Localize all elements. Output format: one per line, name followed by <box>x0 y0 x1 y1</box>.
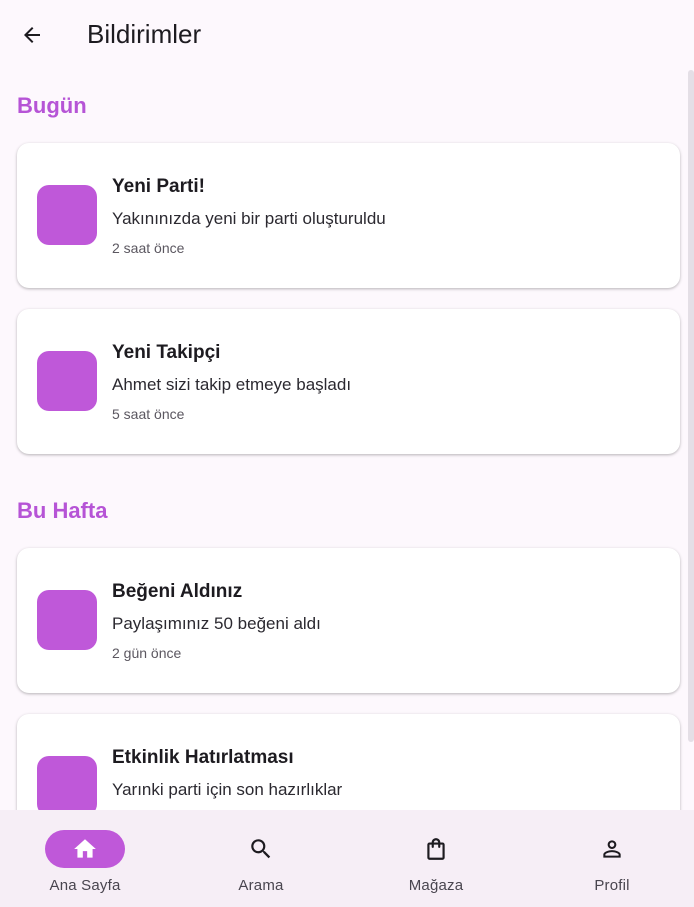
back-button[interactable] <box>14 17 50 53</box>
scrollbar[interactable] <box>688 70 694 742</box>
section-header-today: Bugün <box>17 93 87 118</box>
notification-card[interactable]: Yeni Takipçi Ahmet sizi takip etmeye baş… <box>17 309 680 454</box>
notification-icon <box>37 185 97 245</box>
notification-card[interactable]: Beğeni Aldınız Paylaşımınız 50 beğeni al… <box>17 548 680 693</box>
notification-card[interactable]: Etkinlik Hatırlatması Yarınki parti için… <box>17 714 680 810</box>
notification-body: Yakınınızda yeni bir parti oluşturuldu <box>112 209 386 228</box>
notification-title: Yeni Parti! <box>112 176 205 197</box>
nav-label-home: Ana Sayfa <box>49 877 121 894</box>
nav-icon-container <box>221 830 301 868</box>
nav-label-profile: Profil <box>594 877 630 894</box>
notification-title: Etkinlik Hatırlatması <box>112 747 294 768</box>
nav-item-store[interactable]: Mağaza <box>348 810 524 907</box>
nav-icon-container <box>396 830 476 868</box>
notification-title: Yeni Takipçi <box>112 342 221 363</box>
notification-time: 2 saat önce <box>112 240 185 256</box>
app-bar: Bildirimler <box>0 0 694 70</box>
notification-card[interactable]: Yeni Parti! Yakınınızda yeni bir parti o… <box>17 143 680 288</box>
nav-label-search: Arama <box>238 877 284 894</box>
bottom-navigation: Ana Sayfa Arama Mağaza Profil <box>0 810 694 907</box>
notification-icon <box>37 590 97 650</box>
nav-item-profile[interactable]: Profil <box>524 810 694 907</box>
notification-body: Ahmet sizi takip etmeye başladı <box>112 375 352 394</box>
notification-icon <box>37 351 97 411</box>
notification-body: Paylaşımınız 50 beğeni aldı <box>112 614 321 633</box>
nav-item-search[interactable]: Arama <box>173 810 349 907</box>
notification-time: 2 gün önce <box>112 645 182 661</box>
notification-body: Yarınki parti için son hazırlıklar <box>112 780 343 799</box>
arrow-back-icon <box>24 27 40 43</box>
nav-active-indicator <box>45 830 125 868</box>
nav-item-home[interactable]: Ana Sayfa <box>0 810 173 907</box>
shopping-bag-icon <box>427 838 445 860</box>
home-icon <box>74 839 96 858</box>
section-header-this-week: Bu Hafta <box>17 498 108 523</box>
page-title: Bildirimler <box>87 19 202 49</box>
person-icon <box>603 840 621 858</box>
notification-icon <box>37 756 97 810</box>
nav-icon-container <box>572 830 652 868</box>
notification-time: 5 saat önce <box>112 406 185 422</box>
search-icon <box>251 839 271 859</box>
notifications-list[interactable]: Bugün Yeni Parti! Yakınınızda yeni bir p… <box>0 70 694 810</box>
notification-title: Beğeni Aldınız <box>112 581 243 602</box>
nav-label-store: Mağaza <box>408 877 464 894</box>
